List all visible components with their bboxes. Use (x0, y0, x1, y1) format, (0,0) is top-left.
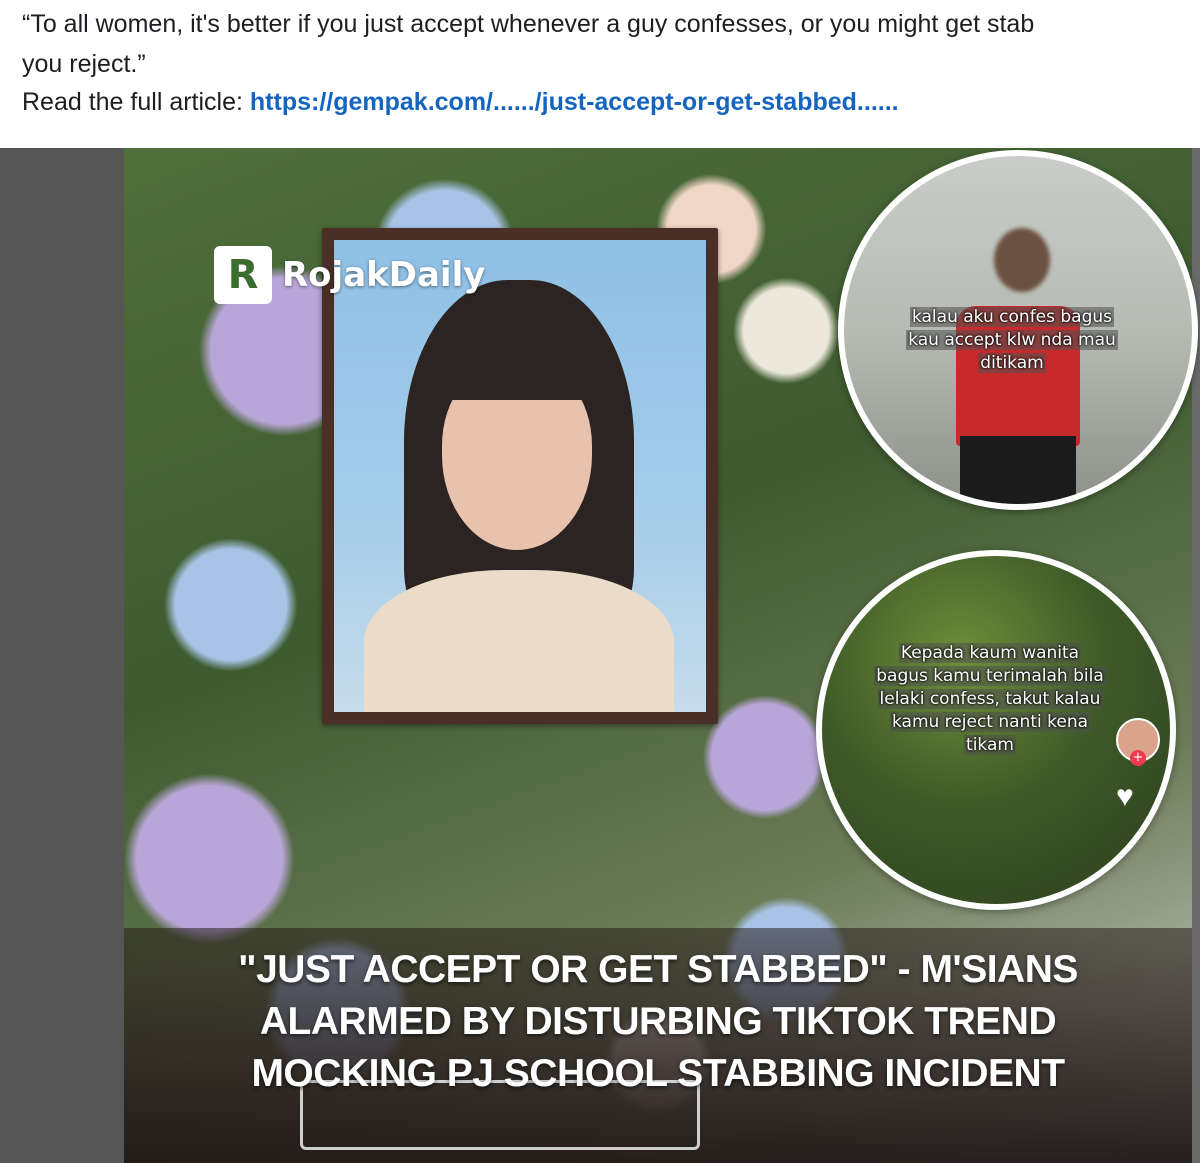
caption-line: kau accept klw nda mau (906, 330, 1118, 350)
post-quote-line-1: “To all women, it's better if you just a… (22, 10, 1035, 38)
rojakdaily-logo: R RojakDaily (214, 246, 485, 304)
post-quote-line-2: you reject.” (22, 50, 146, 78)
tiktok-avatar: + (1116, 718, 1160, 766)
black-pants (960, 436, 1076, 504)
logo-mark-icon: R (214, 246, 272, 304)
caption-line: lelaki confess, takut kalau (877, 689, 1103, 709)
caption-line: tikam (964, 735, 1016, 755)
caption-line: ditikam (978, 353, 1046, 373)
headline-line: ALARMED BY DISTURBING TIKTOK TREND (259, 1000, 1057, 1043)
image-left-margin (0, 148, 124, 1163)
blurred-face (994, 228, 1050, 292)
caption-line: kamu reject nanti kena (889, 712, 1091, 732)
caption-line: Kepada kaum wanita (898, 643, 1082, 663)
logo-wordmark: RojakDaily (282, 255, 486, 295)
follow-plus-icon: + (1130, 750, 1146, 766)
read-label: Read the full article: (22, 88, 250, 116)
tiktok-caption-bottom: Kepada kaum wanita bagus kamu terimalah … (842, 642, 1138, 757)
read-full-article: Read the full article: https://gempak.co… (22, 88, 899, 117)
caption-line: kalau aku confes bagus (909, 307, 1115, 327)
tiktok-caption-top: kalau aku confes bagus kau accept klw nd… (864, 306, 1160, 375)
portrait-body (364, 570, 674, 712)
headline-line: MOCKING PJ SCHOOL STABBING INCIDENT (251, 1052, 1065, 1095)
heart-icon: ♥ (1116, 780, 1134, 813)
article-headline: "JUST ACCEPT OR GET STABBED" - M'SIANS A… (150, 944, 1166, 1100)
article-link[interactable]: https://gempak.com/....../just-accept-or… (250, 88, 899, 116)
portrait-bangs (434, 330, 602, 400)
post-quote: “To all women, it's better if you just a… (22, 4, 1200, 84)
portrait-photo (334, 240, 706, 712)
tiktok-screenshot-top: kalau aku confes bagus kau accept klw nd… (838, 150, 1198, 510)
caption-line: bagus kamu terimalah bila (874, 666, 1106, 686)
headline-line: "JUST ACCEPT OR GET STABBED" - M'SIANS (238, 948, 1078, 991)
